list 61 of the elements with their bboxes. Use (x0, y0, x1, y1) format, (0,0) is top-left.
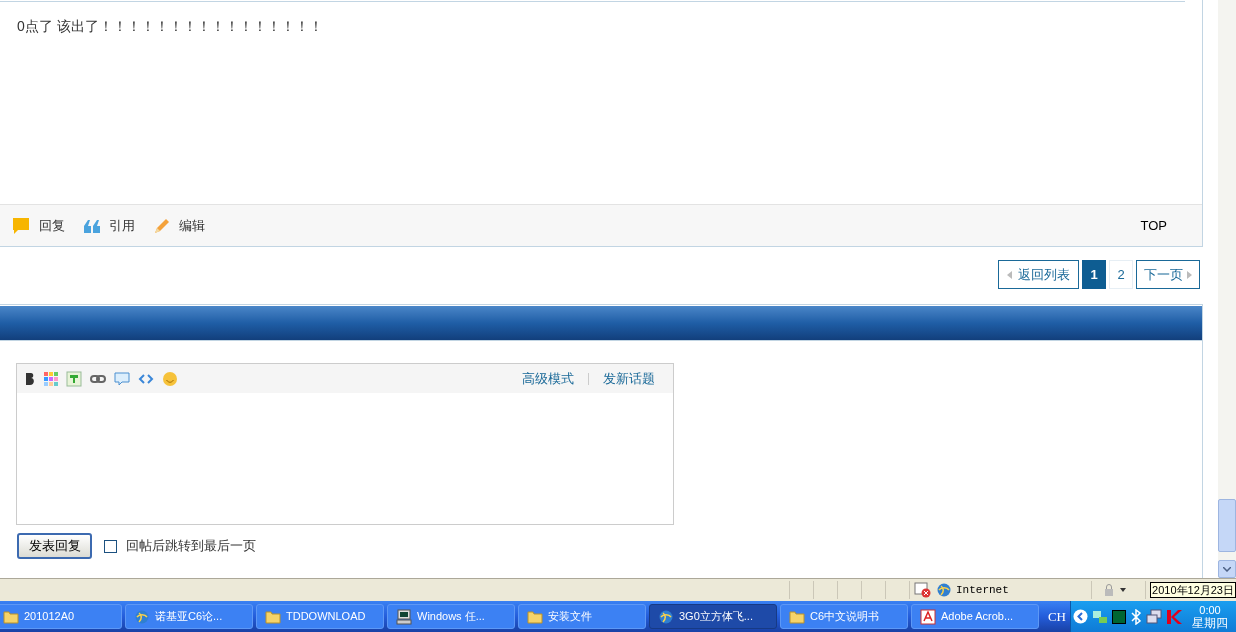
taskbar-button[interactable]: 3G0立方体飞... (649, 604, 777, 629)
back-to-list-button[interactable]: 返回列表 (998, 260, 1079, 289)
post-action-link[interactable]: 引用 (109, 215, 135, 236)
page-number[interactable]: 1 (1082, 260, 1106, 289)
folder-icon (3, 609, 19, 624)
bluetooth-icon[interactable] (1130, 608, 1142, 625)
post-text: 0点了 该出了！！！！！！！！！！！！！！！！ (16, 17, 324, 36)
checkbox[interactable] (104, 539, 117, 553)
taskbar-button[interactable]: C6中文说明书 (780, 604, 908, 629)
reply-editor[interactable]: 高级模式 发新话题 (16, 363, 674, 525)
new-topic-link[interactable]: 发新话题 (603, 368, 655, 389)
browser-icon (134, 608, 150, 625)
post-action-link[interactable]: 编辑 (179, 215, 205, 236)
chevron-left-icon[interactable] (1073, 609, 1088, 624)
next-page-button[interactable]: 下一页 (1136, 260, 1200, 289)
network-icon[interactable] (1092, 608, 1108, 625)
post-action-link[interactable]: 回复 (39, 215, 65, 236)
folder-icon (789, 609, 805, 624)
taskbar-button[interactable]: 诺基亚C6论... (125, 604, 253, 629)
pencil-icon (153, 216, 171, 235)
scrollbar-thumb[interactable] (1218, 499, 1236, 552)
left-arrow-icon (1007, 270, 1012, 279)
k-letter-icon[interactable] (1166, 608, 1182, 625)
speech-bubble-icon (11, 216, 31, 235)
page-number[interactable]: 2 (1109, 260, 1133, 289)
dropdown-arrow-icon (1120, 588, 1126, 592)
folder-icon (527, 609, 543, 624)
browser-icon (658, 608, 674, 625)
right-arrow-icon (1187, 270, 1192, 279)
taskbar-button[interactable]: Windows 任... (387, 604, 515, 629)
taskbar-button[interactable]: 201012A0 (0, 604, 122, 629)
smiley-icon[interactable] (162, 370, 178, 387)
checkbox-label: 回帖后跳转到最后一页 (126, 537, 256, 556)
clock-time: 0:00 (1199, 603, 1221, 617)
speech-bubble-icon[interactable] (114, 370, 130, 387)
taskbar-button[interactable]: 安装文件 (518, 604, 646, 629)
vertical-scrollbar[interactable] (1218, 0, 1236, 578)
globe-icon (936, 582, 952, 598)
code-icon[interactable] (138, 372, 154, 385)
link-icon[interactable] (90, 373, 106, 384)
language-indicator[interactable]: CH (1047, 606, 1066, 627)
pdf-icon (920, 608, 936, 625)
taskbar-button[interactable]: Adobe Acrob... (911, 604, 1039, 629)
computer-icon (396, 608, 412, 625)
quote-icon (83, 218, 101, 233)
monitors-icon[interactable] (1146, 608, 1162, 625)
image-icon[interactable] (66, 370, 82, 387)
security-zone-label: Internet (956, 582, 1009, 598)
clock-day: 星期四 (1192, 616, 1228, 630)
editor-mode-link[interactable]: 高级模式 (522, 368, 574, 389)
top-link[interactable]: TOP (1140, 215, 1167, 236)
chevron-down-icon (1223, 566, 1231, 572)
lock-icon (1102, 583, 1116, 597)
taskbar-button[interactable]: TDDOWNLOAD (256, 604, 384, 629)
submit-reply-button[interactable]: 发表回复 (17, 533, 92, 559)
blocked-page-icon (914, 582, 932, 598)
color-grid-icon[interactable] (44, 371, 58, 386)
scroll-down-button[interactable] (1218, 560, 1236, 578)
folder-icon (265, 609, 281, 624)
bold-icon[interactable] (24, 371, 36, 386)
tooltip: 2010年12月23日 (1150, 582, 1236, 598)
